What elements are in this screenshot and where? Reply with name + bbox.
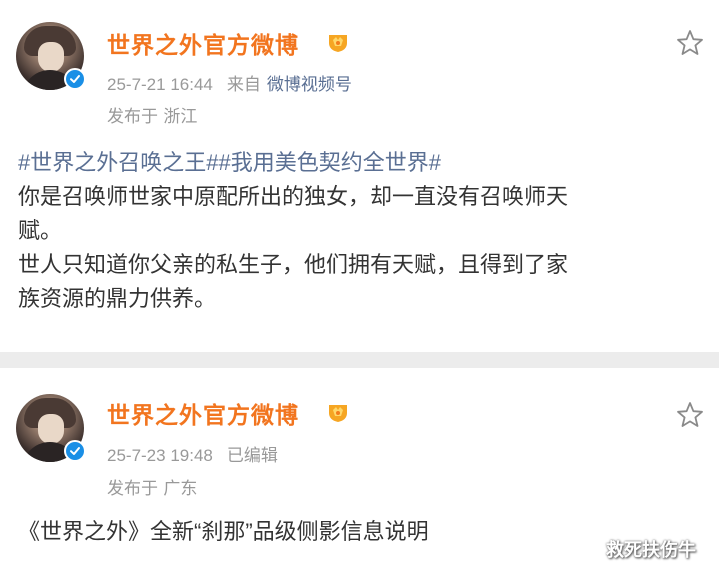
post-content: #世界之外召唤之王##我用美色契约全世界# 你是召唤师世家中原配所出的独女，却一…	[18, 146, 708, 316]
author-name[interactable]: 世界之外官方微博	[107, 26, 299, 60]
content-line: 《世界之外》全新“刹那”品级侧影信息说明	[18, 519, 429, 544]
verified-check-icon	[64, 68, 86, 90]
post-location: 发布于 浙江	[107, 107, 198, 127]
post-content: 《世界之外》全新“刹那”品级侧影信息说明	[18, 515, 708, 549]
gold-fan-badge-icon	[329, 35, 347, 52]
edited-label: 已编辑	[226, 446, 278, 465]
post-meta: 25-7-23 19:48 已编辑	[107, 441, 278, 466]
star-icon[interactable]	[675, 400, 705, 430]
post-meta: 25-7-21 16:44 来自 微博视频号	[107, 70, 352, 95]
content-line: 你是召唤师世家中原配所出的独女，却一直没有召唤师天	[18, 184, 569, 209]
watermark-text: 救死扶伤牛	[606, 540, 696, 561]
hashtag-link[interactable]: #世界之外召唤之王##我用美色契约全世界#	[18, 146, 708, 180]
content-line: 赋。	[18, 218, 63, 243]
verified-check-icon	[64, 440, 86, 462]
post-time: 25-7-23 19:48	[107, 446, 213, 465]
weibo-post-1: 世界之外官方微博 25-7-21 16:44 来自 微博视频号 发布于 浙江 #世界…	[0, 0, 719, 352]
post-source-link[interactable]: 微博视频号	[267, 75, 352, 94]
gold-fan-badge-icon	[329, 405, 347, 422]
source-prefix: 来自	[226, 75, 261, 94]
post-time: 25-7-21 16:44	[107, 75, 213, 94]
author-name[interactable]: 世界之外官方微博	[107, 396, 299, 430]
star-icon[interactable]	[675, 28, 705, 58]
post-location: 发布于 广东	[107, 479, 198, 499]
content-line: 世人只知道你父亲的私生子，他们拥有天赋，且得到了家	[18, 252, 569, 277]
content-line: 族资源的鼎力供养。	[18, 286, 217, 311]
post-divider	[0, 352, 719, 368]
